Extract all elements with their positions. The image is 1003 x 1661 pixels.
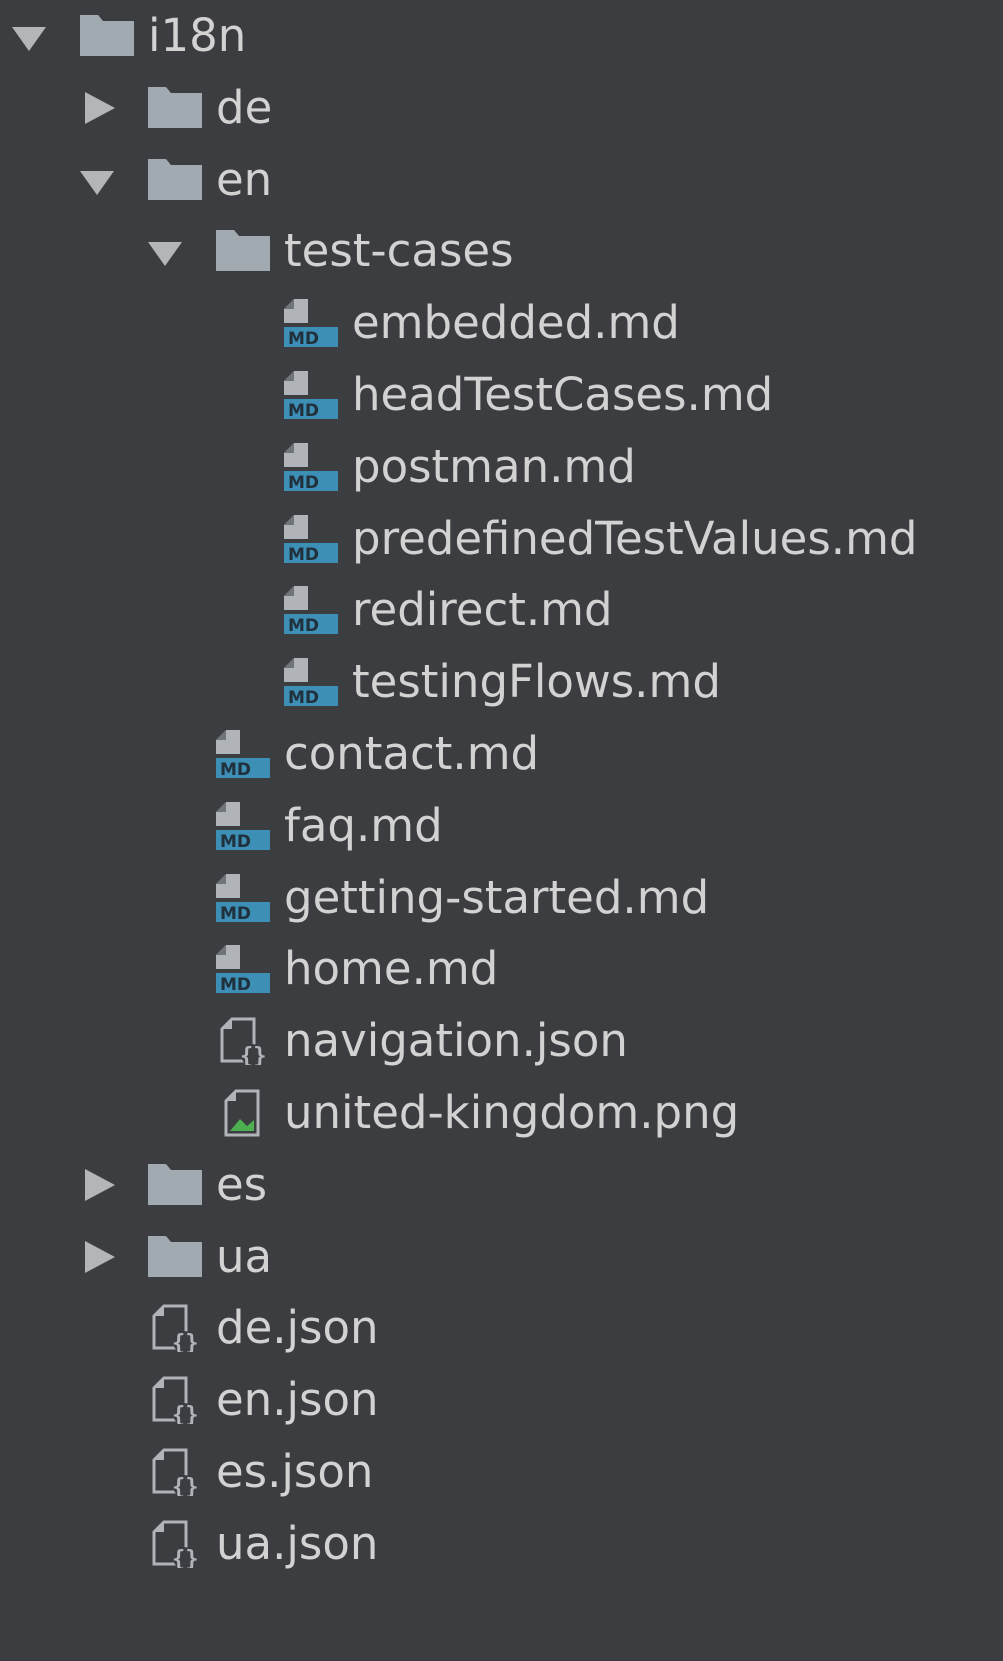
json-file-icon: {} [214, 1017, 276, 1066]
folder-node-ua[interactable]: ua [0, 1219, 1003, 1295]
svg-text:{}: {} [240, 1044, 267, 1065]
svg-text:MD: MD [288, 545, 319, 563]
file-node-navigation-json[interactable]: {} navigation.json [0, 1003, 1003, 1079]
project-tree: i18n de en test-cases MD embedded.md MD headTes… [0, 0, 1003, 1661]
node-label: postman.md [352, 439, 636, 493]
folder-icon [146, 1233, 208, 1281]
node-label: es.json [216, 1445, 374, 1498]
node-label: i18n [148, 9, 247, 62]
json-file-icon: {} [146, 1448, 208, 1496]
node-label: ua [216, 1229, 273, 1283]
folder-icon [146, 156, 208, 204]
folder-node-i18n[interactable]: i18n [0, 0, 1003, 74]
file-node-es-json[interactable]: {} es.json [0, 1434, 1003, 1510]
json-file-icon: {} [146, 1304, 208, 1353]
node-label: navigation.json [284, 1014, 628, 1068]
folder-node-test-cases[interactable]: test-cases [0, 213, 1003, 289]
json-file-icon: {} [146, 1520, 208, 1568]
svg-text:MD: MD [288, 688, 319, 706]
json-file-icon: {} [146, 1376, 208, 1425]
svg-text:MD: MD [220, 904, 251, 922]
file-node-united-kingdom-png[interactable]: united-kingdom.png [0, 1075, 1003, 1151]
node-label: test-cases [284, 224, 514, 278]
chevron-down-icon[interactable] [148, 242, 182, 267]
markdown-file-icon: MD [282, 442, 344, 491]
node-label: ua.json [216, 1516, 379, 1570]
chevron-right-icon[interactable] [85, 91, 115, 124]
folder-icon [78, 12, 140, 60]
node-label: en [216, 152, 273, 206]
file-node-postman-md[interactable]: MD postman.md [0, 429, 1003, 505]
svg-text:MD: MD [288, 329, 319, 347]
file-node-predefinedtestvalues-md[interactable]: MD predefinedTestValues.md [0, 501, 1003, 577]
folder-node-de[interactable]: de [0, 70, 1003, 146]
file-node-faq-md[interactable]: MD faq.md [0, 788, 1003, 864]
folder-icon [146, 1161, 208, 1209]
node-label: en.json [216, 1373, 379, 1427]
folder-node-en[interactable]: en [0, 142, 1003, 218]
image-file-icon [214, 1089, 276, 1137]
svg-text:MD: MD [220, 832, 251, 850]
svg-text:{}: {} [172, 1475, 199, 1496]
node-label: faq.md [284, 798, 443, 852]
file-node-getting-started-md[interactable]: MD getting-started.md [0, 860, 1003, 936]
svg-text:MD: MD [288, 616, 319, 634]
file-node-redirect-md[interactable]: MD redirect.md [0, 572, 1003, 648]
chevron-right-icon[interactable] [85, 1240, 115, 1273]
file-node-ua-json[interactable]: {} ua.json [0, 1506, 1003, 1582]
file-node-testingflows-md[interactable]: MD testingFlows.md [0, 644, 1003, 720]
markdown-file-icon: MD [214, 945, 276, 994]
chevron-down-icon[interactable] [12, 27, 46, 51]
folder-icon [214, 227, 276, 275]
node-label: de.json [216, 1301, 379, 1355]
folder-icon [146, 84, 208, 132]
svg-text:{}: {} [172, 1403, 199, 1424]
svg-text:{}: {} [172, 1331, 199, 1352]
svg-text:{}: {} [172, 1547, 199, 1568]
file-node-embedded-md[interactable]: MD embedded.md [0, 285, 1003, 361]
file-node-home-md[interactable]: MD home.md [0, 931, 1003, 1007]
svg-text:MD: MD [220, 975, 251, 993]
node-label: contact.md [284, 727, 540, 780]
markdown-file-icon: MD [282, 658, 344, 707]
svg-text:MD: MD [220, 760, 251, 778]
file-node-en-json[interactable]: {} en.json [0, 1362, 1003, 1438]
node-label: predefinedTestValues.md [352, 511, 918, 565]
node-label: de [216, 80, 273, 134]
markdown-file-icon: MD [214, 801, 276, 850]
file-node-contact-md[interactable]: MD contact.md [0, 716, 1003, 792]
node-label: headTestCases.md [352, 368, 774, 421]
node-label: testingFlows.md [352, 655, 721, 709]
file-node-de-json[interactable]: {} de.json [0, 1290, 1003, 1366]
svg-text:MD: MD [288, 473, 319, 491]
node-label: united-kingdom.png [284, 1086, 740, 1139]
node-label: embedded.md [352, 296, 680, 350]
node-label: es [216, 1157, 268, 1211]
markdown-file-icon: MD [214, 873, 276, 922]
markdown-file-icon: MD [282, 299, 344, 348]
markdown-file-icon: MD [214, 730, 276, 778]
markdown-file-icon: MD [282, 586, 344, 635]
node-label: home.md [284, 942, 499, 996]
file-node-headtestcases-md[interactable]: MD headTestCases.md [0, 357, 1003, 433]
chevron-down-icon[interactable] [80, 170, 114, 195]
markdown-file-icon: MD [282, 371, 344, 419]
svg-text:MD: MD [288, 401, 319, 419]
chevron-right-icon[interactable] [85, 1168, 115, 1201]
markdown-file-icon: MD [282, 514, 344, 563]
node-label: getting-started.md [284, 870, 710, 924]
folder-node-es[interactable]: es [0, 1147, 1003, 1223]
node-label: redirect.md [352, 583, 613, 637]
